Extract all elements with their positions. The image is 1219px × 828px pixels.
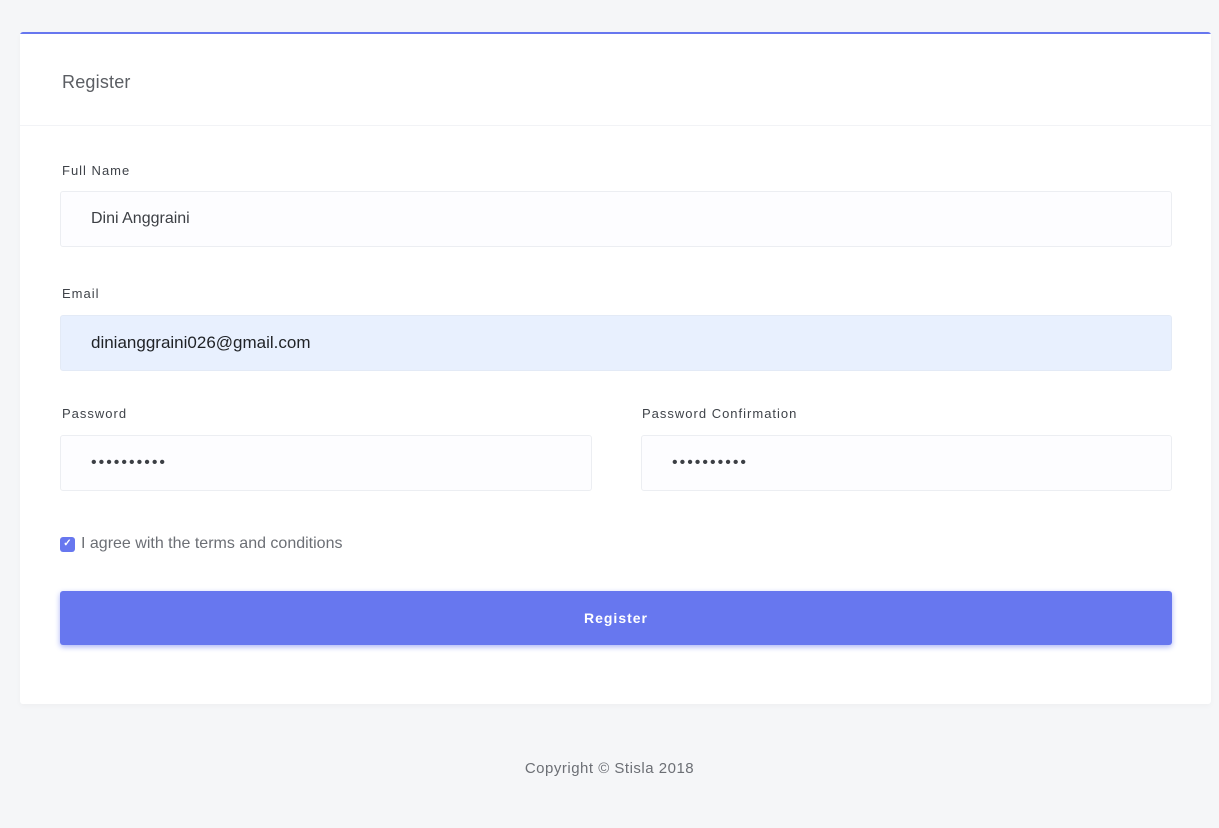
- full-name-label: Full Name: [62, 163, 131, 178]
- register-card: Register Full Name Dini Anggraini Email …: [20, 32, 1211, 704]
- email-label: Email: [62, 286, 100, 301]
- terms-label[interactable]: I agree with the terms and conditions: [81, 535, 342, 553]
- register-button[interactable]: Register: [60, 591, 1172, 645]
- password-confirmation-input[interactable]: ••••••••••: [641, 435, 1172, 491]
- password-label: Password: [62, 406, 128, 421]
- card-title: Register: [62, 72, 131, 92]
- email-input[interactable]: dinianggraini026@gmail.com: [60, 315, 1172, 371]
- terms-checkbox[interactable]: ✓: [60, 536, 75, 552]
- password-input[interactable]: ••••••••••: [60, 435, 592, 491]
- card-header: Register: [20, 34, 1211, 126]
- full-name-input[interactable]: Dini Anggraini: [60, 191, 1172, 247]
- terms-row[interactable]: ✓ I agree with the terms and conditions: [60, 535, 342, 553]
- checkmark-icon: ✓: [63, 538, 72, 549]
- footer-copyright: Copyright © Stisla 2018: [524, 760, 695, 777]
- password-confirmation-label: Password Confirmation: [642, 406, 798, 421]
